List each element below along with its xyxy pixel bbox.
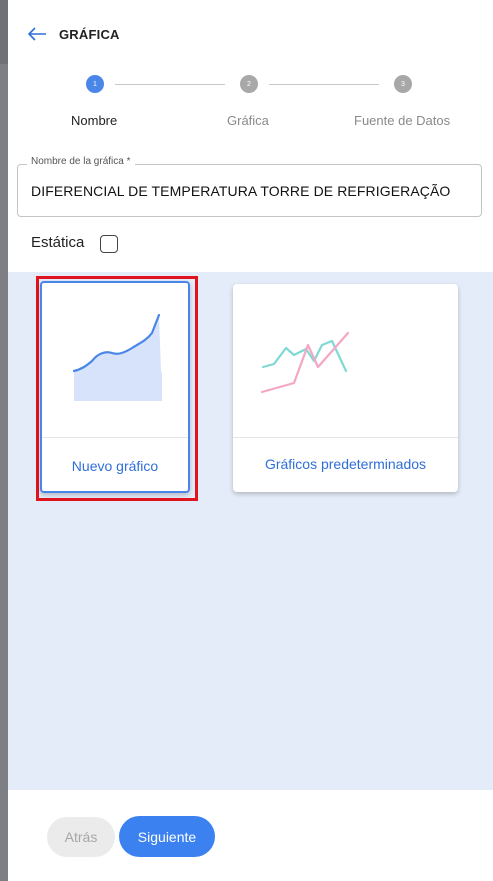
step-2-indicator: 2: [240, 75, 258, 93]
back-button[interactable]: Atrás: [47, 817, 115, 857]
chart-name-value[interactable]: DIFERENCIAL DE TEMPERATURA TORRE DE REFR…: [31, 183, 450, 199]
area-chart-icon: [72, 311, 167, 405]
chart-name-label: Nombre de la gráfica *: [27, 156, 135, 167]
static-label: Estática: [31, 234, 85, 251]
new-chart-label: Nuevo gráfico: [71, 458, 159, 474]
page-title: GRÁFICA: [59, 27, 120, 42]
card-divider: [42, 437, 188, 438]
new-chart-card[interactable]: Nuevo gráfico: [40, 281, 190, 493]
predefined-charts-card[interactable]: Gráficos predeterminados: [233, 284, 458, 492]
next-button[interactable]: Siguiente: [119, 816, 215, 857]
step-3-label: Fuente de Datos: [354, 113, 451, 128]
step-connector: [269, 84, 379, 85]
step-1-label: Nombre: [71, 113, 118, 128]
window-edge-top: [0, 0, 8, 64]
step-1-indicator: 1: [86, 75, 104, 93]
window-edge: [0, 0, 8, 881]
step-2-label: Gráfica: [227, 113, 269, 128]
static-checkbox[interactable]: [100, 235, 118, 253]
step-connector: [115, 84, 225, 85]
line-chart-icon: [260, 331, 352, 395]
predefined-charts-label: Gráficos predeterminados: [264, 456, 427, 472]
step-3-indicator: 3: [394, 75, 412, 93]
back-arrow-icon[interactable]: [26, 23, 48, 45]
card-divider: [233, 437, 458, 438]
